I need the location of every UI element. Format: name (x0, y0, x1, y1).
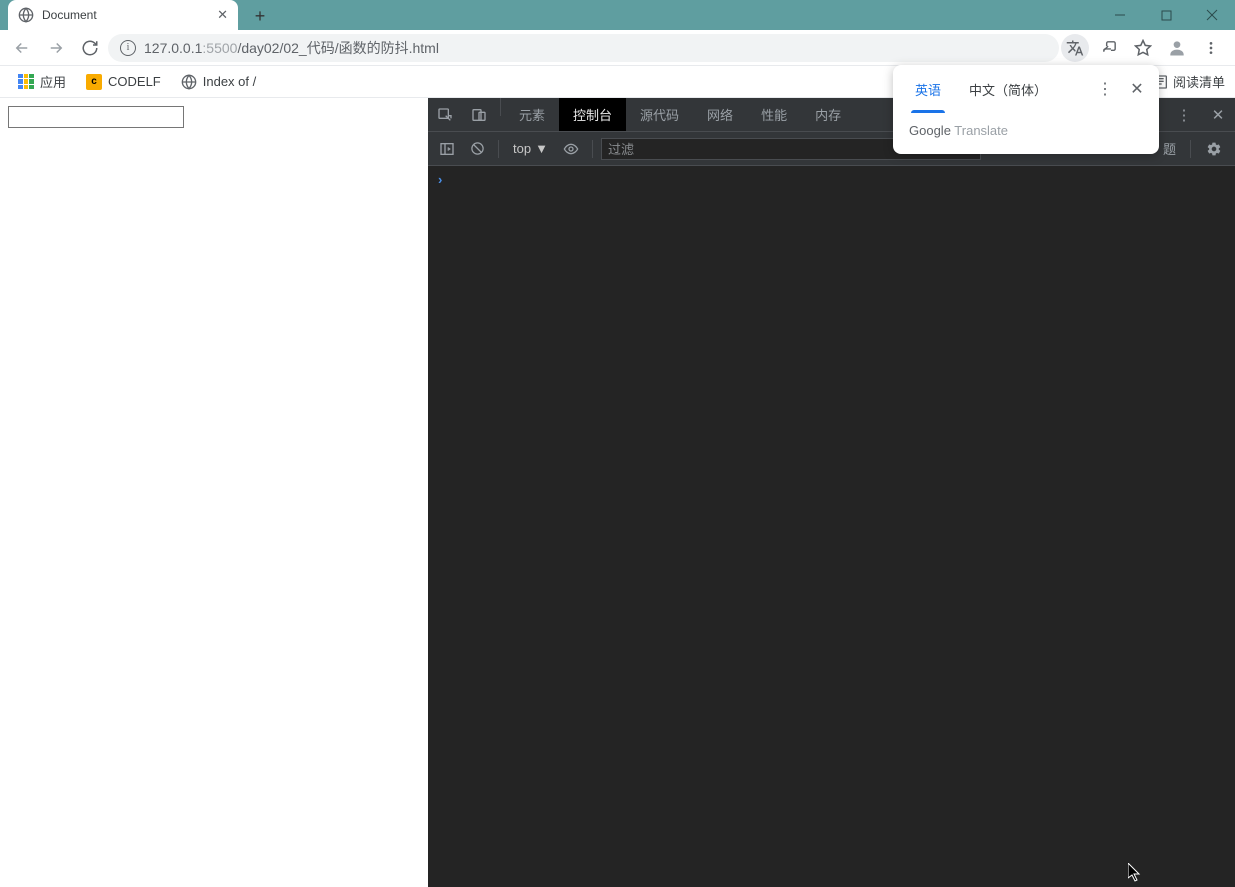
tab-sources[interactable]: 源代码 (626, 98, 693, 131)
omnibox[interactable]: i 127.0.0.1:5500/day02/02_代码/函数的防抖.html (108, 34, 1059, 62)
window-controls (1097, 0, 1235, 30)
chrome-menu-icon[interactable] (1197, 34, 1225, 62)
console-output[interactable]: › (428, 166, 1235, 887)
url-text: 127.0.0.1:5500/day02/02_代码/函数的防抖.html (144, 38, 439, 58)
console-prompt-icon: › (438, 172, 442, 187)
translate-tab-chinese[interactable]: 中文（简体） (955, 65, 1061, 113)
tab-close-icon[interactable]: ✕ (217, 7, 228, 23)
back-button[interactable] (6, 32, 38, 64)
separator (1190, 140, 1191, 158)
translate-options-icon[interactable]: ⋮ (1091, 75, 1119, 103)
codelf-label: CODELF (108, 74, 161, 89)
separator (498, 140, 499, 158)
bookmark-star-icon[interactable] (1129, 34, 1157, 62)
context-selector[interactable]: top ▼ (507, 141, 554, 156)
page-text-input[interactable] (8, 106, 184, 128)
apps-grid-icon (18, 74, 34, 90)
devtools-panel: 元素 控制台 源代码 网络 性能 内存 ⋮ ✕ top ▼ (428, 98, 1235, 887)
apps-bookmark[interactable]: 应用 (10, 68, 74, 95)
reading-list-button[interactable]: 阅读清单 (1153, 72, 1225, 91)
window-minimize-button[interactable] (1097, 0, 1143, 30)
window-close-button[interactable] (1189, 0, 1235, 30)
issues-label[interactable]: 题 (1157, 139, 1182, 158)
translate-popup: 英语 中文（简体） ⋮ ✕ Google Translate (893, 65, 1159, 154)
forward-button[interactable] (40, 32, 72, 64)
globe-icon (181, 74, 197, 90)
devtools-right-icons: ⋮ ✕ (1167, 98, 1235, 131)
translate-tab-english[interactable]: 英语 (901, 65, 955, 113)
inspect-element-icon[interactable] (428, 98, 462, 131)
translate-close-icon[interactable]: ✕ (1123, 75, 1151, 103)
tab-memory[interactable]: 内存 (801, 98, 855, 131)
window-maximize-button[interactable] (1143, 0, 1189, 30)
apps-label: 应用 (40, 72, 66, 91)
reading-list-label: 阅读清单 (1173, 72, 1225, 91)
browser-tab[interactable]: Document ✕ (8, 0, 238, 30)
addr-actions (1061, 34, 1229, 62)
clear-console-icon[interactable] (464, 136, 490, 162)
indexof-bookmark[interactable]: Index of / (173, 70, 264, 94)
translate-brand: Google Translate (893, 113, 1159, 154)
chevron-down-icon: ▼ (535, 141, 548, 156)
site-info-icon[interactable]: i (120, 40, 136, 56)
window-titlebar: Document ✕ + (0, 0, 1235, 30)
translate-popup-icons: ⋮ ✕ (1091, 75, 1151, 103)
new-tab-button[interactable]: + (246, 2, 274, 30)
translate-tabs: 英语 中文（简体） ⋮ ✕ (893, 65, 1159, 113)
address-bar: i 127.0.0.1:5500/day02/02_代码/函数的防抖.html (0, 30, 1235, 66)
indexof-label: Index of / (203, 74, 256, 89)
devtools-menu-icon[interactable]: ⋮ (1167, 106, 1201, 124)
separator (500, 98, 501, 116)
live-expression-icon[interactable] (558, 136, 584, 162)
tab-console[interactable]: 控制台 (559, 98, 626, 131)
device-toggle-icon[interactable] (462, 98, 496, 131)
translate-icon[interactable] (1061, 34, 1089, 62)
profile-avatar-icon[interactable] (1163, 34, 1191, 62)
codelf-icon: c (86, 74, 102, 90)
codelf-bookmark[interactable]: c CODELF (78, 70, 169, 94)
globe-icon (18, 7, 34, 23)
console-sidebar-toggle-icon[interactable] (434, 136, 460, 162)
page-viewport (0, 98, 428, 887)
reload-button[interactable] (74, 32, 106, 64)
content-area: 元素 控制台 源代码 网络 性能 内存 ⋮ ✕ top ▼ (0, 98, 1235, 887)
tab-performance[interactable]: 性能 (747, 98, 801, 131)
console-settings-icon[interactable] (1199, 141, 1229, 157)
tab-title: Document (42, 8, 97, 22)
separator (592, 140, 593, 158)
tab-network[interactable]: 网络 (693, 98, 747, 131)
tab-elements[interactable]: 元素 (505, 98, 559, 131)
share-icon[interactable] (1095, 34, 1123, 62)
devtools-close-icon[interactable]: ✕ (1201, 106, 1235, 124)
